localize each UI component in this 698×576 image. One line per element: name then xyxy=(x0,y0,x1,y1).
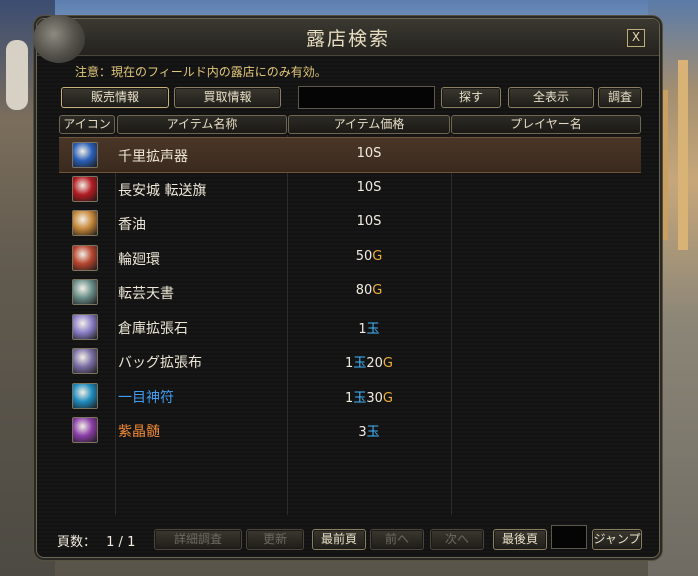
wooden-post xyxy=(660,90,668,240)
price-part: 玉 xyxy=(366,425,380,440)
table-row[interactable]: 千里拡声器 10S xyxy=(59,137,641,173)
price-part: 玉 xyxy=(353,356,367,371)
talisman-icon xyxy=(72,382,98,409)
item-price: 10S xyxy=(287,180,451,195)
stall-search-window: 露店検索 X 注意：現在のフィールド内の露店にのみ有効。 販売情報 買取情報 探… xyxy=(33,15,660,558)
lantern-decoration xyxy=(6,40,28,110)
table-row[interactable]: 転芸天書 80G xyxy=(59,275,641,309)
price-part: G xyxy=(372,248,383,264)
price-part: 30 xyxy=(366,390,383,406)
page-jump-input[interactable] xyxy=(551,525,587,549)
price-part: 1 xyxy=(358,321,367,337)
show-all-button[interactable]: 全表示 xyxy=(508,87,594,108)
book-icon xyxy=(72,279,98,305)
next-page-button[interactable]: 次へ xyxy=(430,529,484,550)
last-page-button[interactable]: 最後頁 xyxy=(493,529,547,550)
column-header-item-name[interactable]: アイテム名称 xyxy=(117,115,287,134)
oil-jar-icon xyxy=(72,210,98,236)
item-name: 長安城 転送旗 xyxy=(118,182,207,199)
item-name: 香油 xyxy=(118,217,146,233)
buy-info-button[interactable]: 買取情報 xyxy=(174,87,281,108)
scroll-icon xyxy=(72,142,98,168)
cloth-icon xyxy=(72,348,98,374)
table-row[interactable]: バッグ拡張布 1玉20G xyxy=(59,344,641,378)
price-part: 玉 xyxy=(366,321,380,337)
page-count-label: 頁数： 1 / 1 xyxy=(57,531,135,550)
title-bar[interactable]: 露店検索 X xyxy=(33,15,659,63)
ring-icon xyxy=(72,244,98,271)
table-row[interactable]: 輪廻環 50G xyxy=(59,241,641,275)
refresh-button[interactable]: 更新 xyxy=(246,529,304,550)
notice-text: 注意：現在のフィールド内の露店にのみ有効。 xyxy=(75,65,327,79)
price-part: 10S xyxy=(356,146,382,161)
price-part: G xyxy=(382,356,393,371)
wooden-post xyxy=(678,60,688,250)
price-part: 3 xyxy=(358,425,367,440)
gem-stone-icon xyxy=(72,313,98,340)
item-name: 一目神符 xyxy=(118,389,174,406)
prev-page-button[interactable]: 前へ xyxy=(370,529,424,550)
page-label: 頁数： xyxy=(57,535,97,550)
column-header-player-name[interactable]: プレイヤー名 xyxy=(451,115,641,134)
item-price: 1玉 xyxy=(287,318,451,337)
first-page-button[interactable]: 最前頁 xyxy=(312,529,366,550)
item-price: 1玉30G xyxy=(287,387,451,406)
close-button[interactable]: X xyxy=(627,29,645,47)
price-part: G xyxy=(372,283,383,298)
item-price: 3玉 xyxy=(287,421,451,440)
item-name: 倉庫拡張石 xyxy=(118,320,188,337)
price-part: 50 xyxy=(355,248,373,264)
column-header-icon[interactable]: アイコン xyxy=(59,115,115,134)
price-part: 10S xyxy=(356,214,382,229)
item-price: 10S xyxy=(287,214,451,229)
table-row[interactable]: 紫晶髄 3玉 xyxy=(59,413,641,447)
column-header-item-price[interactable]: アイテム価格 xyxy=(288,115,450,134)
window-title: 露店検索 xyxy=(305,28,390,50)
item-name: 千里拡声器 xyxy=(118,149,188,165)
table-row[interactable]: 倉庫拡張石 1玉 xyxy=(59,310,641,344)
price-part: 玉 xyxy=(353,390,367,406)
price-part: 80 xyxy=(355,283,373,298)
item-name: 転芸天書 xyxy=(118,286,174,302)
price-part: 20 xyxy=(366,356,383,371)
page-value: 1 / 1 xyxy=(106,535,136,550)
detail-investigate-button[interactable]: 詳細調査 xyxy=(154,529,242,550)
table-row[interactable]: 一目神符 1玉30G xyxy=(59,379,641,413)
item-price: 50G xyxy=(287,249,451,264)
item-table: 千里拡声器 10S 長安城 転送旗 10S 香油 10S 輪廻環 50G 転芸天書 80G 倉庫拡張… xyxy=(59,135,641,515)
investigate-button[interactable]: 調査 xyxy=(598,87,642,108)
table-row[interactable]: 長安城 転送旗 10S xyxy=(59,172,641,206)
sell-info-button[interactable]: 販売情報 xyxy=(61,87,169,108)
jump-button[interactable]: ジャンプ xyxy=(592,529,642,550)
crystal-icon xyxy=(72,417,98,443)
item-name: バッグ拡張布 xyxy=(118,355,202,371)
price-part: G xyxy=(382,390,393,406)
item-price: 10S xyxy=(287,146,451,161)
price-part: 10S xyxy=(356,179,382,195)
item-price: 1玉20G xyxy=(287,352,451,371)
flag-icon xyxy=(72,175,98,202)
item-name: 紫晶髄 xyxy=(118,424,160,440)
item-price: 80G xyxy=(287,283,451,298)
search-input[interactable] xyxy=(298,86,435,109)
search-button[interactable]: 探す xyxy=(441,87,501,108)
item-name: 輪廻環 xyxy=(118,251,160,268)
table-row[interactable]: 香油 10S xyxy=(59,206,641,240)
